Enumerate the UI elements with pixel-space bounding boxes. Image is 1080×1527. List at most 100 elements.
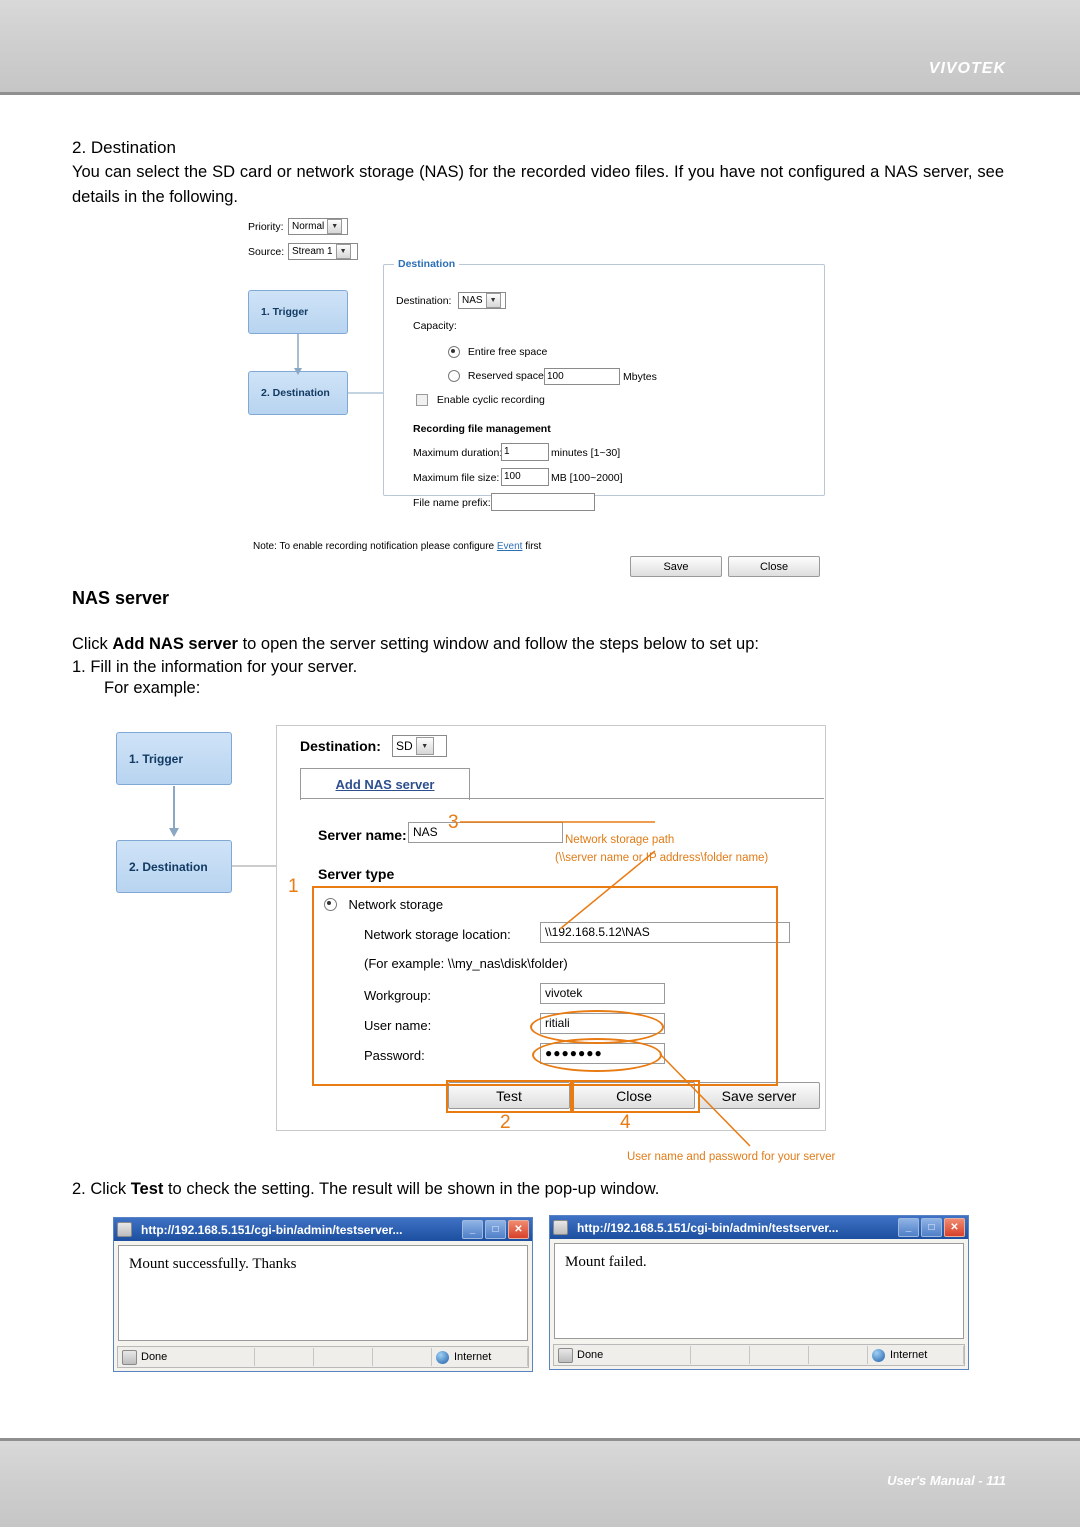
para2-prefix: Click	[72, 635, 113, 653]
popup-message: Mount failed.	[565, 1254, 647, 1270]
entire-free-space-radio[interactable]	[448, 346, 460, 359]
event-link[interactable]: Event	[497, 541, 523, 552]
status-cell-4	[809, 1346, 868, 1364]
reserved-space-input[interactable]: 100	[544, 368, 620, 385]
cyclic-recording-row[interactable]: Enable cyclic recording	[416, 394, 545, 407]
page-icon	[122, 1349, 137, 1365]
footer-page-label: User's Manual - 111	[887, 1473, 1006, 1488]
recording-file-management-title: Recording file management	[413, 423, 551, 435]
popup-statusbar: Done Internet	[553, 1344, 965, 1366]
status-zone: Internet	[432, 1348, 528, 1366]
status-cell-3	[314, 1348, 373, 1366]
maximize-button[interactable]: □	[485, 1220, 506, 1239]
note-suffix: first	[522, 541, 542, 552]
entire-free-space-row[interactable]: Entire free space	[448, 346, 548, 359]
close-button[interactable]: Close	[728, 556, 820, 577]
globe-icon	[872, 1348, 885, 1362]
save-button[interactable]: Save	[630, 556, 722, 577]
chevron-down-icon: ▼	[327, 219, 343, 234]
popup-body: Mount failed.	[554, 1243, 964, 1339]
section-number: 2. Destination	[72, 138, 176, 157]
close-icon[interactable]: ✕	[508, 1220, 529, 1239]
reserved-space-row[interactable]: Reserved space:	[448, 370, 547, 383]
popup-window-failed: http://192.168.5.151/cgi-bin/admin/tests…	[549, 1215, 969, 1370]
status-done-label: Done	[141, 1351, 168, 1363]
callout-username-password: User name and password for your server	[627, 1151, 836, 1163]
add-nas-server-bold: Add NAS server	[112, 635, 238, 653]
minimize-button[interactable]: _	[462, 1220, 483, 1239]
status-zone: Internet	[868, 1346, 964, 1364]
destination-label: Destination:	[396, 295, 452, 307]
minimize-button[interactable]: _	[898, 1218, 919, 1237]
step-1-subtext: For example:	[104, 679, 201, 697]
brand-logo: VIVOTEK	[928, 60, 1006, 77]
capacity-label: Capacity:	[413, 320, 457, 332]
maximize-button[interactable]: □	[921, 1218, 942, 1237]
chevron-down-icon: ▼	[485, 293, 501, 308]
step-1-text: 1. Fill in the information for your serv…	[72, 658, 358, 676]
reserved-space-radio[interactable]	[448, 370, 460, 383]
popup-statusbar: Done Internet	[117, 1346, 529, 1368]
callout-network-path-title: Network storage path	[565, 834, 675, 846]
step2-suffix: to check the setting. The result will be…	[163, 1180, 660, 1198]
destination-dropdown[interactable]: NAS ▼	[458, 292, 506, 309]
intro-paragraph: You can select the SD card or network st…	[72, 163, 1004, 206]
mbytes-label: Mbytes	[623, 371, 657, 383]
recording-note: Note: To enable recording notification p…	[253, 541, 541, 552]
popup-body: Mount successfully. Thanks	[118, 1245, 528, 1341]
max-duration-input[interactable]: 1	[501, 443, 549, 461]
nas-server-heading: NAS server	[72, 588, 170, 608]
file-prefix-label: File name prefix:	[413, 497, 491, 509]
page-header: VIVOTEK	[0, 0, 1080, 95]
popup-titlebar[interactable]: http://192.168.5.151/cgi-bin/admin/tests…	[550, 1216, 968, 1239]
max-duration-unit: minutes [1~30]	[551, 447, 621, 459]
priority-value: Normal	[292, 221, 325, 232]
priority-dropdown[interactable]: Normal ▼	[288, 218, 348, 235]
source-value: Stream 1	[292, 246, 333, 257]
status-cell-4	[373, 1348, 432, 1366]
status-cell-3	[750, 1346, 809, 1364]
chevron-down-icon: ▼	[335, 244, 351, 259]
browser-icon	[553, 1220, 568, 1235]
status-cell-2	[255, 1348, 314, 1366]
enable-cyclic-checkbox[interactable]	[416, 394, 428, 407]
status-done: Done	[118, 1348, 255, 1366]
entire-free-space-label: Entire free space	[467, 346, 548, 358]
step-2-text: 2. Click Test to check the setting. The …	[72, 1178, 1004, 1201]
click-add-nas-paragraph: Click Add NAS server to open the server …	[72, 633, 1004, 656]
page-icon	[558, 1347, 573, 1363]
max-filesize-label: Maximum file size:	[413, 472, 500, 484]
annotation-leader-lines	[460, 821, 751, 1147]
status-cell-2	[691, 1346, 750, 1364]
source-label: Source:	[248, 246, 285, 258]
status-zone-label: Internet	[890, 1349, 928, 1361]
browser-icon	[117, 1222, 132, 1237]
max-filesize-unit: MB [100~2000]	[551, 472, 623, 484]
figure-destination-panel: Priority: Normal ▼ Source: Stream 1 ▼ 1.…	[248, 216, 838, 581]
enable-cyclic-label: Enable cyclic recording	[436, 394, 545, 406]
reserved-space-label: Reserved space:	[467, 370, 547, 382]
callout-network-path-sub: (\\server name or IP address\folder name…	[555, 852, 769, 864]
status-zone-label: Internet	[454, 1351, 492, 1363]
destination-group-title: Destination	[394, 258, 460, 270]
popup-title: http://192.168.5.151/cgi-bin/admin/tests…	[577, 1220, 839, 1235]
close-icon[interactable]: ✕	[944, 1218, 965, 1237]
popup-window-success: http://192.168.5.151/cgi-bin/admin/tests…	[113, 1217, 533, 1372]
popup-title: http://192.168.5.151/cgi-bin/admin/tests…	[141, 1222, 403, 1237]
para2-suffix: to open the server setting window and fo…	[237, 635, 759, 653]
status-done: Done	[554, 1346, 691, 1364]
priority-label: Priority:	[248, 221, 284, 233]
max-filesize-input[interactable]: 100	[501, 468, 549, 486]
figure-add-nas-server: 1. Trigger 2. Destination Destination: S…	[100, 716, 840, 1163]
step2-prefix: 2. Click	[72, 1180, 131, 1198]
popup-titlebar[interactable]: http://192.168.5.151/cgi-bin/admin/tests…	[114, 1218, 532, 1241]
source-dropdown[interactable]: Stream 1 ▼	[288, 243, 358, 260]
status-done-label: Done	[577, 1349, 604, 1361]
file-prefix-input[interactable]	[491, 493, 595, 511]
destination-value: NAS	[462, 295, 483, 306]
popup-message: Mount successfully. Thanks	[129, 1256, 297, 1272]
note-prefix: Note: To enable recording notification p…	[253, 541, 497, 552]
test-bold: Test	[130, 1180, 164, 1198]
page-footer: User's Manual - 111	[0, 1438, 1080, 1527]
globe-icon	[436, 1350, 449, 1364]
